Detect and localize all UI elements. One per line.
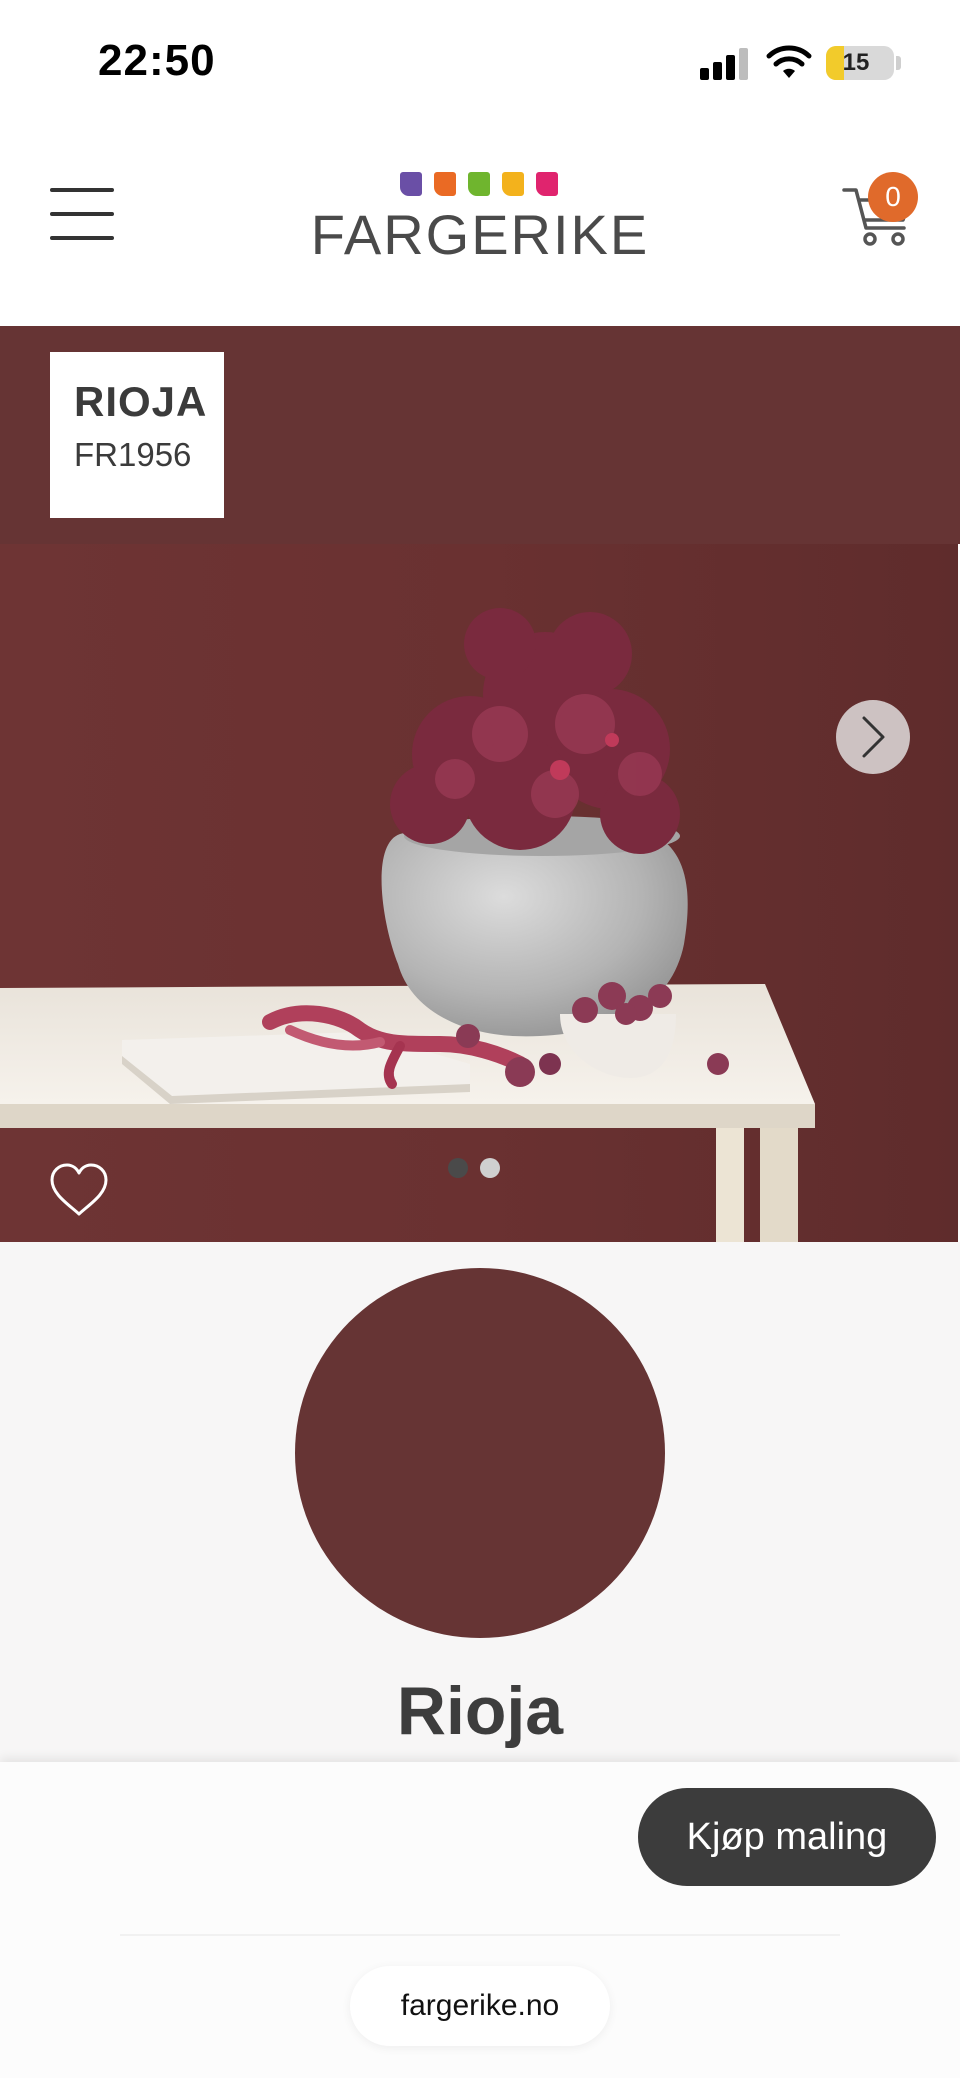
cart-count-badge: 0: [868, 172, 918, 222]
fargerike-logo[interactable]: FARGERIKE: [310, 172, 650, 282]
status-time: 22:50: [98, 36, 216, 85]
logo-square: [434, 172, 456, 196]
color-swatch: [295, 1268, 665, 1638]
next-slide-button[interactable]: [836, 700, 910, 774]
battery-percent: 15: [842, 49, 870, 76]
carousel-dot[interactable]: [448, 1158, 468, 1178]
carousel-dots: [448, 1158, 508, 1180]
browser-url-bar[interactable]: fargerike.no: [350, 1966, 610, 2046]
bottom-action-bar: Kjøp maling fargerike.no: [0, 1762, 960, 2078]
chevron-right-icon: [862, 716, 885, 758]
logo-square: [536, 172, 558, 196]
logo-square: [502, 172, 524, 196]
status-bar: 22:50 15: [0, 0, 960, 120]
color-code-label: FR1956: [74, 436, 192, 473]
color-title: Rioja: [396, 1673, 564, 1749]
logo-wordmark: FARGERIKE: [310, 203, 650, 266]
site-header: FARGERIKE 0: [0, 120, 960, 326]
wifi-icon: [766, 45, 812, 78]
color-hero-band: RIOJA FR1956: [0, 326, 960, 544]
logo-square: [400, 172, 422, 196]
logo-square: [468, 172, 490, 196]
swatch-section: Rioja: [0, 1242, 960, 1762]
color-label-card: RIOJA FR1956: [50, 352, 224, 518]
hamburger-menu-icon[interactable]: [50, 188, 114, 240]
divider: [120, 1934, 840, 1936]
color-name-label: RIOJA: [74, 378, 208, 425]
carousel-dot[interactable]: [480, 1158, 500, 1178]
buy-paint-button[interactable]: Kjøp maling: [638, 1788, 936, 1886]
cellular-signal-icon: [700, 48, 750, 80]
heart-icon[interactable]: [48, 1162, 110, 1218]
carousel-image[interactable]: [0, 544, 958, 1242]
room-scene-image: [0, 544, 958, 1242]
battery-cap: [896, 56, 901, 70]
battery-indicator: 15: [826, 46, 894, 80]
